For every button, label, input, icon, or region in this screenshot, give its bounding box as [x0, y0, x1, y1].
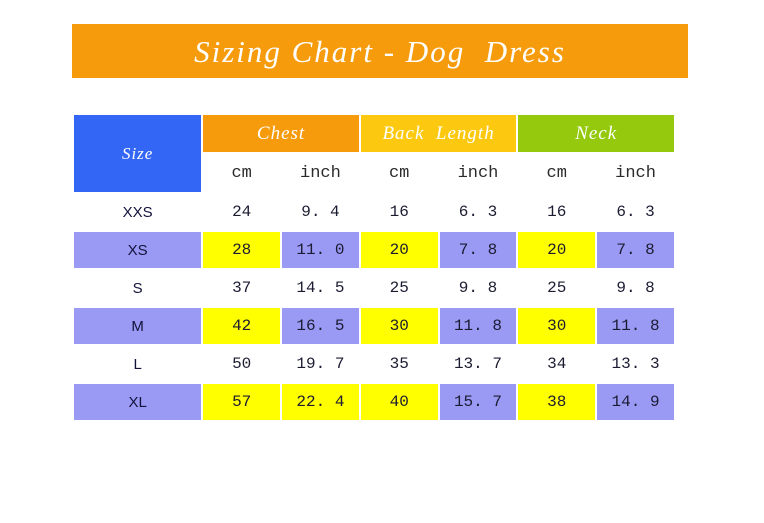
- column-header-back-length: Back Length: [360, 115, 517, 152]
- unit-header-neck-cm: cm: [518, 154, 596, 192]
- table-cell: 30: [360, 308, 438, 344]
- table-cell: 16: [360, 194, 438, 230]
- table-cell: 9. 8: [597, 270, 674, 306]
- table-cell: 13. 7: [439, 346, 517, 382]
- row-size-label: XXS: [74, 194, 202, 230]
- table-cell: 16: [518, 194, 596, 230]
- column-header-neck: Neck: [518, 115, 674, 152]
- table-cell: 42: [203, 308, 281, 344]
- row-size-label: L: [74, 346, 202, 382]
- table-cell: 6. 3: [597, 194, 674, 230]
- unit-header-chest-inch: inch: [282, 154, 359, 192]
- table-cell: 34: [518, 346, 596, 382]
- table-cell: 15. 7: [439, 384, 517, 420]
- unit-header-back-cm: cm: [360, 154, 438, 192]
- table-row: XL 57 22. 4 40 15. 7 38 14. 9: [74, 384, 674, 420]
- table-cell: 40: [360, 384, 438, 420]
- table-cell: 11. 8: [439, 308, 517, 344]
- unit-header-chest-cm: cm: [203, 154, 281, 192]
- sizing-table: Size Chest Back Length Neck cm inch cm i…: [72, 113, 676, 422]
- table-cell: 6. 3: [439, 194, 517, 230]
- table-cell: 13. 3: [597, 346, 674, 382]
- table-row: L 50 19. 7 35 13. 7 34 13. 3: [74, 346, 674, 382]
- table-cell: 14. 5: [282, 270, 359, 306]
- sizing-chart-page: Sizing Chart - Dog Dress Size Chest Back…: [0, 0, 764, 523]
- row-size-label: S: [74, 270, 202, 306]
- table-row: M 42 16. 5 30 11. 8 30 11. 8: [74, 308, 674, 344]
- unit-header-neck-inch: inch: [597, 154, 674, 192]
- table-cell: 35: [360, 346, 438, 382]
- column-header-size: Size: [74, 115, 202, 192]
- table-cell: 16. 5: [282, 308, 359, 344]
- table-cell: 25: [360, 270, 438, 306]
- chart-title-banner: Sizing Chart - Dog Dress: [72, 24, 688, 78]
- table-cell: 30: [518, 308, 596, 344]
- table-cell: 14. 9: [597, 384, 674, 420]
- table-cell: 7. 8: [597, 232, 674, 268]
- row-size-label: XL: [74, 384, 202, 420]
- unit-header-back-inch: inch: [439, 154, 517, 192]
- column-header-chest: Chest: [203, 115, 359, 152]
- table-cell: 50: [203, 346, 281, 382]
- row-size-label: XS: [74, 232, 202, 268]
- group-header-row: Size Chest Back Length Neck: [74, 115, 674, 192]
- row-size-label: M: [74, 308, 202, 344]
- table-row: S 37 14. 5 25 9. 8 25 9. 8: [74, 270, 674, 306]
- table-cell: 7. 8: [439, 232, 517, 268]
- table-cell: 9. 8: [439, 270, 517, 306]
- table-cell: 28: [203, 232, 281, 268]
- table-cell: 11. 0: [282, 232, 359, 268]
- table-cell: 38: [518, 384, 596, 420]
- table-cell: 24: [203, 194, 281, 230]
- page-title: Sizing Chart - Dog Dress: [194, 33, 566, 69]
- table-cell: 19. 7: [282, 346, 359, 382]
- table-cell: 11. 8: [597, 308, 674, 344]
- table-cell: 20: [360, 232, 438, 268]
- table-cell: 37: [203, 270, 281, 306]
- table-body: XXS 24 9. 4 16 6. 3 16 6. 3 XS 28 11. 0 20 7. 8 20 7.…: [74, 194, 674, 420]
- table-cell: 20: [518, 232, 596, 268]
- table-row: XS 28 11. 0 20 7. 8 20 7. 8: [74, 232, 674, 268]
- table-cell: 9. 4: [282, 194, 359, 230]
- table-cell: 25: [518, 270, 596, 306]
- table-row: XXS 24 9. 4 16 6. 3 16 6. 3: [74, 194, 674, 230]
- table-header: Size Chest Back Length Neck cm inch cm i…: [74, 115, 674, 192]
- table-cell: 22. 4: [282, 384, 359, 420]
- table-cell: 57: [203, 384, 281, 420]
